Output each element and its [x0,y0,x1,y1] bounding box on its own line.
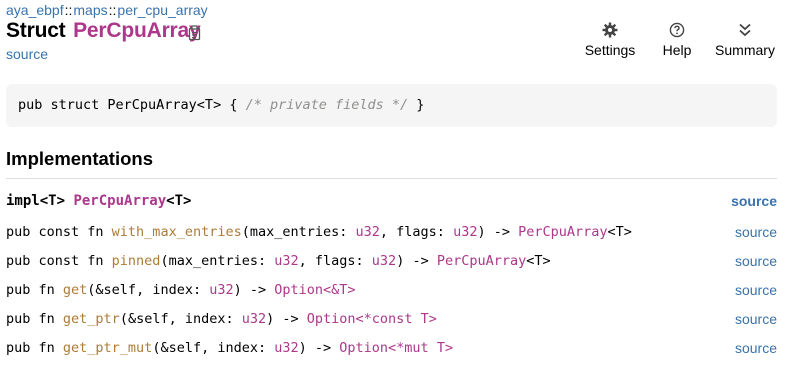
help-button[interactable]: Help [660,22,694,58]
method-args: , flags: [379,224,454,240]
method-args: ) -> [477,224,519,240]
type-link[interactable]: u32 [356,224,380,240]
return-type-link[interactable]: Option [339,340,388,356]
method-prefix: pub fn [6,340,63,356]
type-link[interactable]: u32 [453,224,477,240]
method-name-link[interactable]: with_max_entries [112,224,242,240]
return-type-link[interactable]: PerCpuArray [437,253,526,269]
return-type-link[interactable]: PerCpuArray [518,224,607,240]
method-args: ) -> [298,340,340,356]
return-generic: <T> [607,224,632,240]
breadcrumb: aya_ebpf::maps::per_cpu_array [6,2,208,18]
return-generic: <*mut T> [388,340,454,356]
double-chevron-down-icon [739,23,751,37]
method-args: ) -> [233,282,275,298]
help-label: Help [662,42,692,58]
item-kind: Struct [6,19,66,42]
return-generic: <*const T> [355,311,437,327]
declaration-close: } [408,97,425,113]
settings-button[interactable]: Settings [584,22,636,58]
struct-declaration: pub struct PerCpuArray<T> { /* private f… [6,84,777,127]
type-link[interactable]: u32 [274,340,298,356]
return-type-link[interactable]: Option [274,282,323,298]
method-args: (&self, index: [87,282,210,298]
breadcrumb-crate-link[interactable]: aya_ebpf [6,2,64,18]
method-name-link[interactable]: pinned [112,253,161,269]
type-link[interactable]: u32 [372,253,396,269]
method-row-with-max-entries: pub const fn with_max_entries(max_entrie… [6,224,777,244]
gear-icon [602,22,618,38]
method-prefix: pub fn [6,311,63,327]
return-generic: <&T> [323,282,356,298]
method-source-link[interactable]: source [735,282,777,298]
type-link[interactable]: u32 [242,311,266,327]
heading-divider [6,178,777,179]
breadcrumb-separator: :: [64,2,73,18]
impl-block-header: impl<T> PerCpuArray<T> source [6,193,777,213]
method-name-link[interactable]: get_ptr_mut [63,340,152,356]
type-link[interactable]: u32 [209,282,233,298]
method-name-link[interactable]: get_ptr [63,311,120,327]
breadcrumb-separator: :: [108,2,117,18]
method-row-get: pub fn get(&self, index: u32) -> Option<… [6,282,777,302]
method-source-link[interactable]: source [735,340,777,356]
type-link[interactable]: u32 [274,253,298,269]
method-prefix: pub fn [6,282,63,298]
impl-source-link[interactable]: source [731,193,777,209]
method-row-pinned: pub const fn pinned(max_entries: u32, fl… [6,253,777,273]
method-args: (&self, index: [152,340,275,356]
method-args: (&self, index: [119,311,242,327]
method-args: ) -> [266,311,307,327]
return-generic: <T> [526,253,551,269]
settings-label: Settings [584,42,636,58]
breadcrumb-submodule-link[interactable]: per_cpu_array [117,2,207,18]
source-link[interactable]: source [6,46,48,62]
impl-type-link[interactable]: PerCpuArray [73,193,166,209]
copy-path-icon[interactable] [188,25,202,41]
summary-label: Summary [715,42,775,58]
breadcrumb-module-link[interactable]: maps [73,2,107,18]
method-args: , flags: [298,253,372,269]
impl-keyword: impl<T> [6,193,74,209]
page-title: Struct PerCpuArray [6,19,201,43]
declaration-code: pub struct PerCpuArray<T> { [18,97,246,113]
method-prefix: pub const fn [6,224,112,240]
method-name-link[interactable]: get [63,282,87,298]
method-args: ) -> [396,253,437,269]
method-source-link[interactable]: source [735,311,777,327]
method-row-get-ptr: pub fn get_ptr(&self, index: u32) -> Opt… [6,311,777,331]
method-prefix: pub const fn [6,253,112,269]
summary-button[interactable]: Summary [715,22,775,58]
method-args: (max_entries: [241,224,356,240]
method-source-link[interactable]: source [735,253,777,269]
return-type-link[interactable]: Option [307,311,356,327]
struct-name: PerCpuArray [73,19,201,42]
method-row-get-ptr-mut: pub fn get_ptr_mut(&self, index: u32) ->… [6,340,777,360]
declaration-comment: /* private fields */ [245,97,409,113]
question-circle-icon [669,22,685,38]
method-source-link[interactable]: source [735,224,777,240]
impl-generic: <T> [166,193,192,209]
implementations-heading[interactable]: Implementations [6,148,153,170]
method-args: (max_entries: [160,253,275,269]
